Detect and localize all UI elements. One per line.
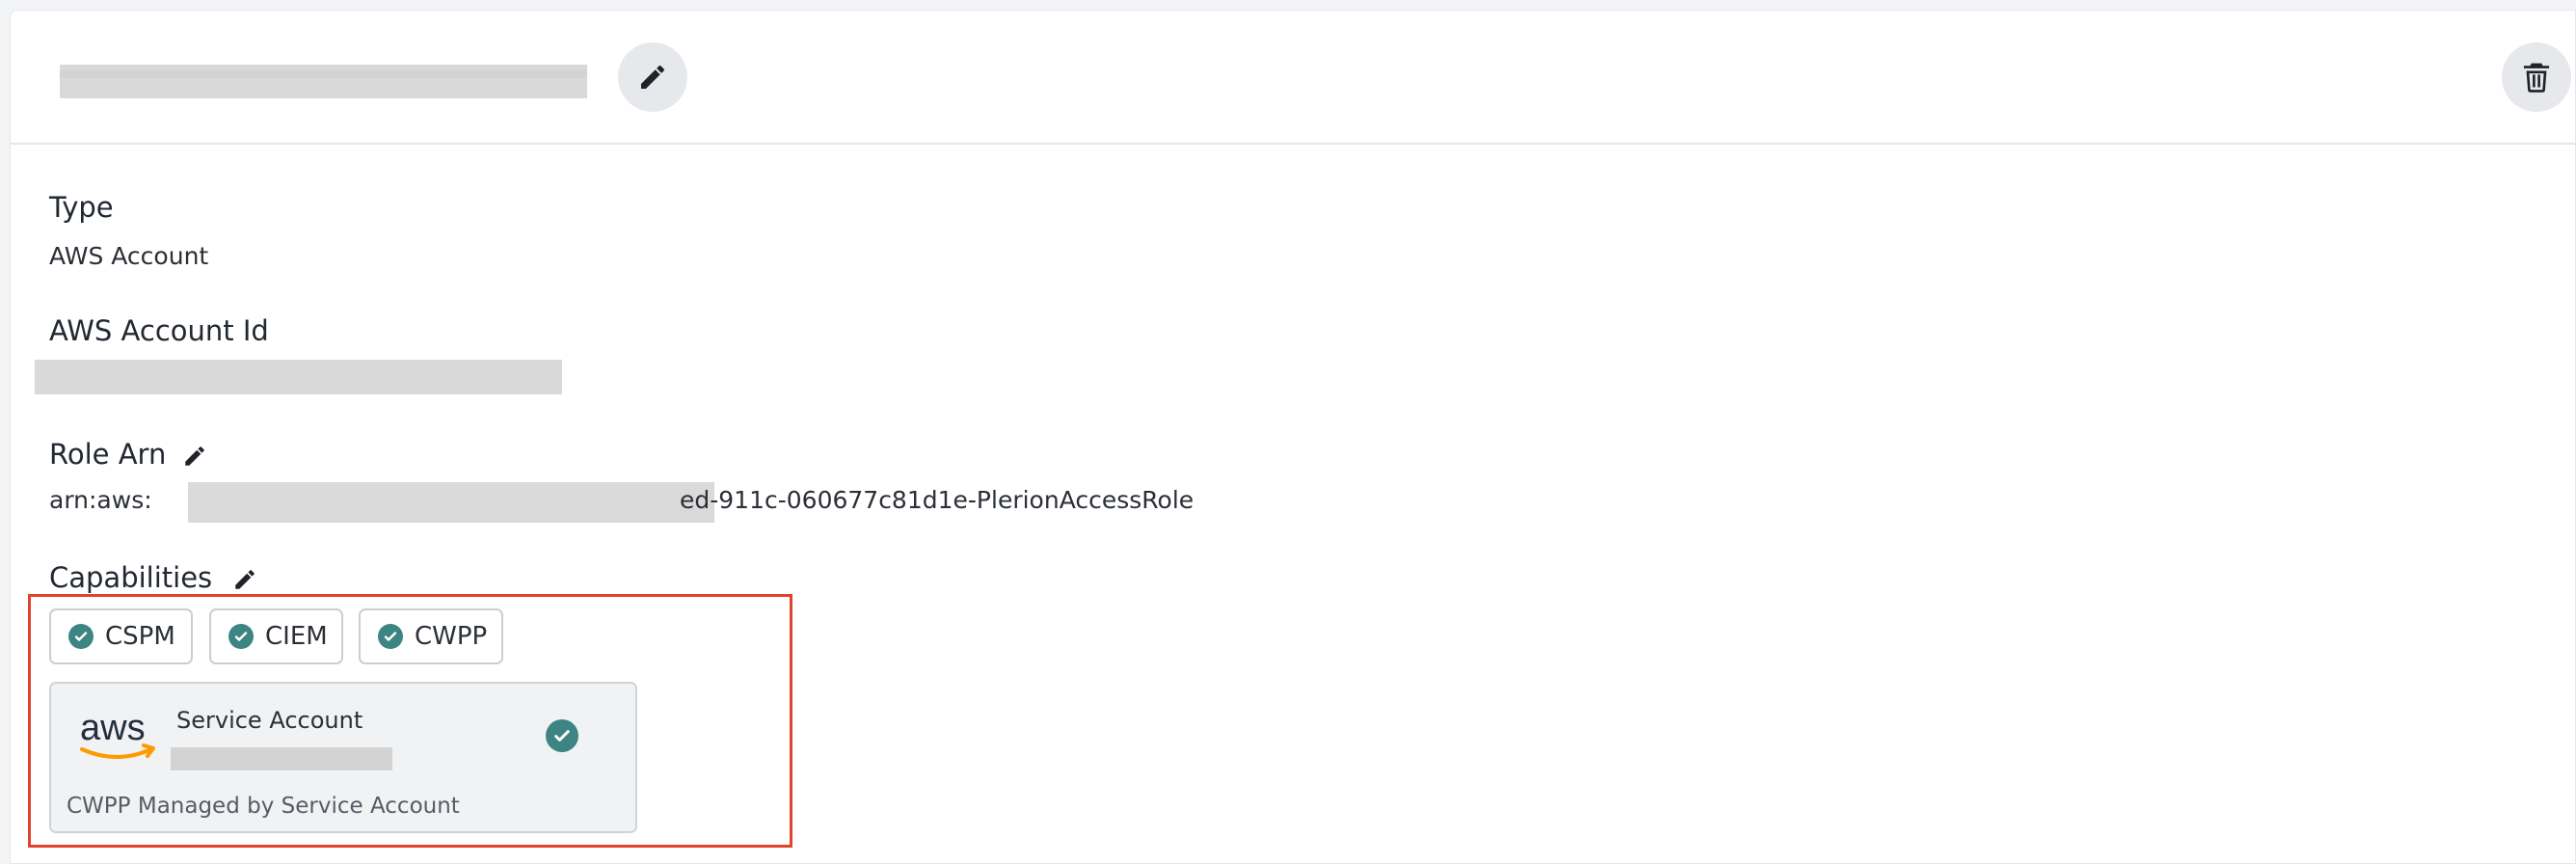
edit-capabilities-button[interactable] xyxy=(230,565,259,594)
capability-label: CIEM xyxy=(265,622,328,651)
role-arn-label: Role Arn xyxy=(49,438,167,471)
capability-chip-ciem[interactable]: CIEM xyxy=(209,608,343,664)
aws-logo-icon: aws xyxy=(80,709,155,759)
pencil-icon xyxy=(235,570,255,589)
edit-name-button[interactable] xyxy=(618,42,687,112)
capabilities-label: Capabilities xyxy=(49,561,213,594)
type-label: Type xyxy=(49,191,114,224)
delete-button[interactable] xyxy=(2502,42,2571,112)
type-value: AWS Account xyxy=(49,242,209,270)
check-circle-icon xyxy=(546,719,578,752)
check-circle-icon xyxy=(68,624,94,649)
capability-label: CWPP xyxy=(415,622,488,651)
account-name-redacted xyxy=(60,65,587,98)
capability-chip-cwpp[interactable]: CWPP xyxy=(359,608,503,664)
account-id-label: AWS Account Id xyxy=(49,314,269,347)
service-account-redacted xyxy=(171,747,392,770)
card-header xyxy=(11,11,2575,145)
account-id-redacted xyxy=(35,360,562,394)
edit-role-arn-button[interactable] xyxy=(180,442,209,471)
check-circle-icon xyxy=(228,624,254,649)
capability-chip-cspm[interactable]: CSPM xyxy=(49,608,193,664)
account-detail-card: Type AWS Account AWS Account Id Role Arn… xyxy=(10,10,2576,864)
role-arn-prefix: arn:aws: xyxy=(49,486,152,514)
service-account-title: Service Account xyxy=(176,707,363,734)
trash-icon xyxy=(2523,63,2550,93)
role-arn-suffix: ed-911c-060677c81d1e-PlerionAccessRole xyxy=(680,486,1194,514)
pencil-icon xyxy=(641,65,665,89)
svg-text:aws: aws xyxy=(80,709,146,748)
check-circle-icon xyxy=(378,624,403,649)
service-account-card[interactable]: aws Service Account CWPP Managed by Serv… xyxy=(49,682,637,833)
capability-label: CSPM xyxy=(105,622,175,651)
service-account-footer: CWPP Managed by Service Account xyxy=(67,794,460,819)
pencil-icon xyxy=(185,446,204,466)
role-arn-redacted xyxy=(188,482,714,523)
